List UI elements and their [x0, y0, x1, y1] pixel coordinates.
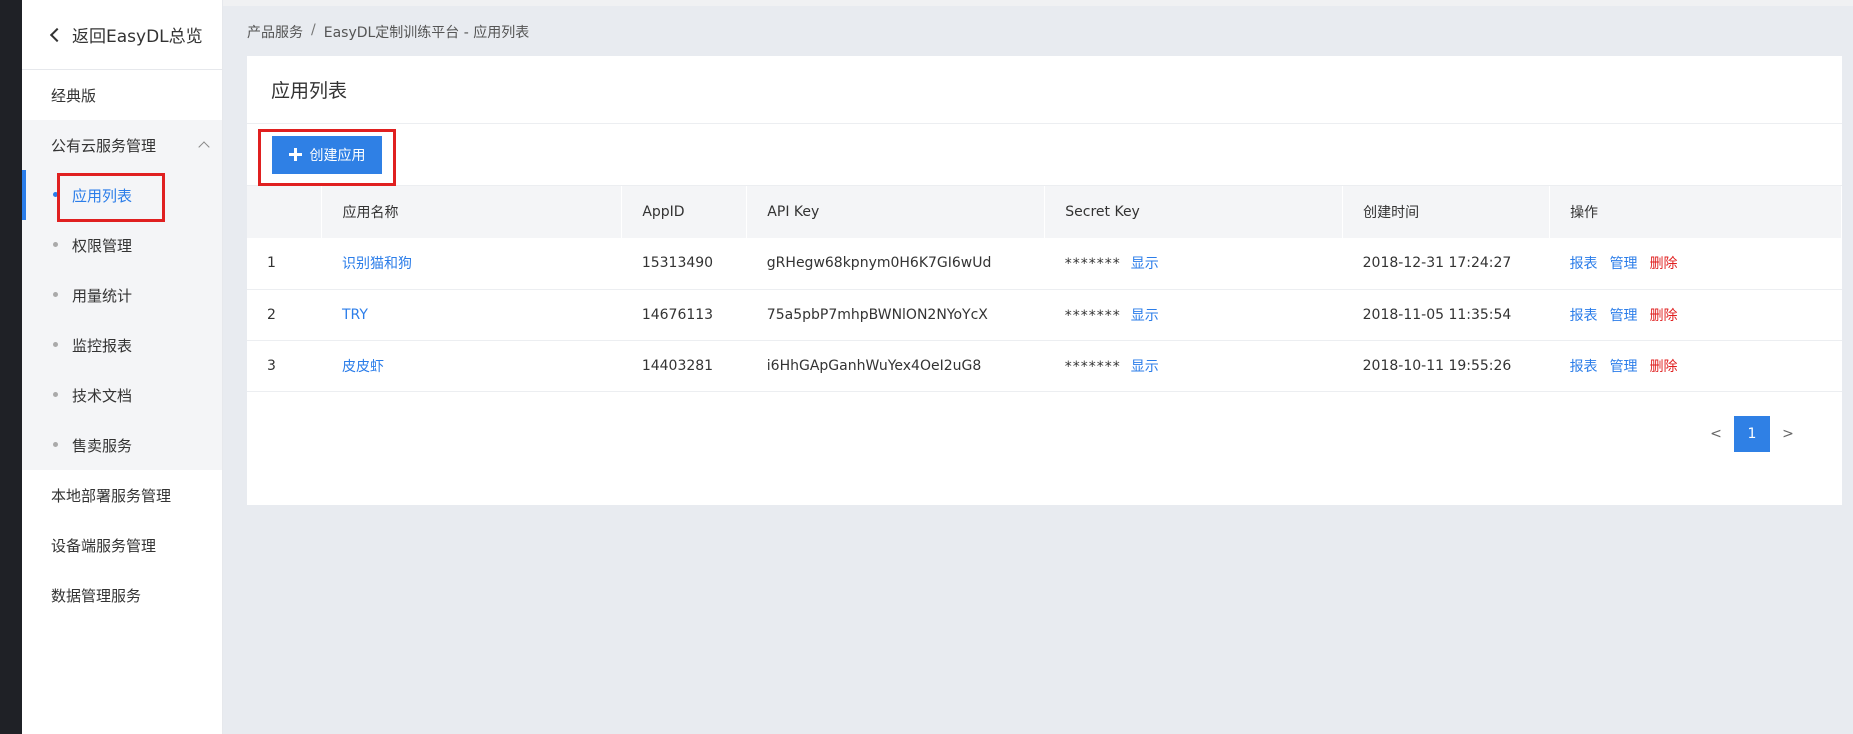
table-row: 2 TRY 14676113 75a5pbP7mhpBWNlON2NYoYcX … [247, 289, 1842, 340]
manage-link[interactable]: 管理 [1610, 359, 1638, 375]
toolbar: 创建应用 [247, 124, 1842, 186]
prev-page-button[interactable]: < [1698, 426, 1734, 442]
sidebar-item-sales[interactable]: 售卖服务 [22, 420, 222, 470]
breadcrumb-separator: / [311, 22, 316, 38]
sidebar-item-local-deploy[interactable]: 本地部署服务管理 [22, 470, 222, 520]
sidebar-item-monitoring[interactable]: 监控报表 [22, 320, 222, 370]
sidebar-item-permissions[interactable]: 权限管理 [22, 220, 222, 270]
row-index: 3 [267, 357, 276, 374]
appid-cell: 15313490 [641, 255, 714, 272]
header-appid: AppID [621, 186, 748, 238]
back-label: 返回EasyDL总览 [72, 27, 203, 47]
header-secret-key: Secret Key [1044, 186, 1344, 238]
next-page-button[interactable]: > [1770, 426, 1806, 442]
header-api-key: API Key [746, 186, 1046, 238]
secret-masked: ******* [1064, 256, 1121, 273]
row-index: 2 [267, 306, 276, 323]
appid-cell: 14676113 [641, 306, 714, 323]
show-secret-link[interactable]: 显示 [1131, 359, 1159, 375]
table-header-row: 应用名称 AppID API Key Secret Key 创建时间 操作 [247, 186, 1842, 238]
report-link[interactable]: 报表 [1570, 359, 1598, 375]
delete-link[interactable]: 删除 [1650, 308, 1678, 324]
table-row: 1 识别猫和狗 15313490 gRHegw68kpnym0H6K7GI6wU… [247, 238, 1842, 289]
breadcrumb-item-product[interactable]: 产品服务 [247, 22, 303, 42]
bullet-icon [53, 442, 58, 447]
header-created-time: 创建时间 [1342, 186, 1551, 238]
sidebar-group-public-cloud: 公有云服务管理 应用列表 权限管理 用量统计 监控报表 技术文档 售卖服务 [22, 120, 222, 470]
sidebar-item-device[interactable]: 设备端服务管理 [22, 520, 222, 570]
chevron-up-icon [198, 141, 210, 153]
app-name-link[interactable]: TRY [342, 307, 368, 323]
pagination: < 1 > [1698, 416, 1806, 452]
api-key-cell: 75a5pbP7mhpBWNlON2NYoYcX [766, 306, 988, 323]
secret-masked: ******* [1064, 358, 1121, 375]
sidebar-item-classic[interactable]: 经典版 [22, 70, 222, 120]
secret-masked: ******* [1064, 307, 1121, 324]
sidebar-group-header[interactable]: 公有云服务管理 [22, 120, 222, 170]
header-index [247, 186, 323, 238]
created-time-cell: 2018-11-05 11:35:54 [1362, 306, 1512, 323]
breadcrumb-item-current: EasyDL定制训练平台 - 应用列表 [323, 25, 530, 41]
bullet-icon [53, 242, 58, 247]
manage-link[interactable]: 管理 [1610, 308, 1638, 324]
header-app-name: 应用名称 [321, 186, 623, 238]
created-time-cell: 2018-12-31 17:24:27 [1362, 255, 1512, 272]
created-time-cell: 2018-10-11 19:55:26 [1362, 357, 1512, 374]
create-app-button[interactable]: 创建应用 [272, 135, 382, 174]
chevron-left-icon [49, 27, 65, 42]
app-name-link[interactable]: 皮皮虾 [342, 359, 384, 375]
sidebar: 返回EasyDL总览 经典版 公有云服务管理 应用列表 权限管理 用量统计 监控… [22, 0, 223, 734]
sidebar-item-app-list[interactable]: 应用列表 [22, 170, 222, 220]
row-index: 1 [267, 255, 276, 272]
left-dark-strip [0, 0, 22, 734]
bullet-icon [53, 292, 58, 297]
appid-cell: 14403281 [641, 357, 714, 374]
report-link[interactable]: 报表 [1570, 308, 1598, 324]
app-name-link[interactable]: 识别猫和狗 [342, 256, 412, 272]
bullet-icon [53, 392, 58, 397]
page-title: 应用列表 [247, 56, 1842, 124]
show-secret-link[interactable]: 显示 [1131, 256, 1159, 272]
plus-icon [288, 148, 302, 161]
main-content: 产品服务 / EasyDL定制训练平台 - 应用列表 应用列表 创建应用 应用名… [223, 0, 1853, 734]
manage-link[interactable]: 管理 [1610, 256, 1638, 272]
api-key-cell: gRHegw68kpnym0H6K7GI6wUd [766, 255, 992, 272]
bullet-icon [53, 342, 58, 347]
app-table: 应用名称 AppID API Key Secret Key 创建时间 操作 1 … [247, 186, 1842, 392]
bullet-icon [53, 192, 58, 197]
sidebar-item-data-mgmt[interactable]: 数据管理服务 [22, 570, 222, 620]
app-list-card: 应用列表 创建应用 应用名称 AppID API Key Secret Key … [247, 56, 1842, 505]
show-secret-link[interactable]: 显示 [1131, 308, 1159, 324]
sidebar-item-usage-stats[interactable]: 用量统计 [22, 270, 222, 320]
api-key-cell: i6HhGApGanhWuYex4OeI2uG8 [766, 357, 982, 374]
header-actions: 操作 [1549, 186, 1842, 238]
breadcrumb: 产品服务 / EasyDL定制训练平台 - 应用列表 [247, 22, 529, 42]
delete-link[interactable]: 删除 [1650, 359, 1678, 375]
page-number-button[interactable]: 1 [1734, 416, 1770, 452]
table-row: 3 皮皮虾 14403281 i6HhGApGanhWuYex4OeI2uG8 … [247, 340, 1842, 391]
sidebar-item-docs[interactable]: 技术文档 [22, 370, 222, 420]
top-band [223, 0, 1853, 6]
delete-link[interactable]: 删除 [1650, 256, 1678, 272]
report-link[interactable]: 报表 [1570, 256, 1598, 272]
back-to-overview-link[interactable]: 返回EasyDL总览 [22, 0, 222, 70]
